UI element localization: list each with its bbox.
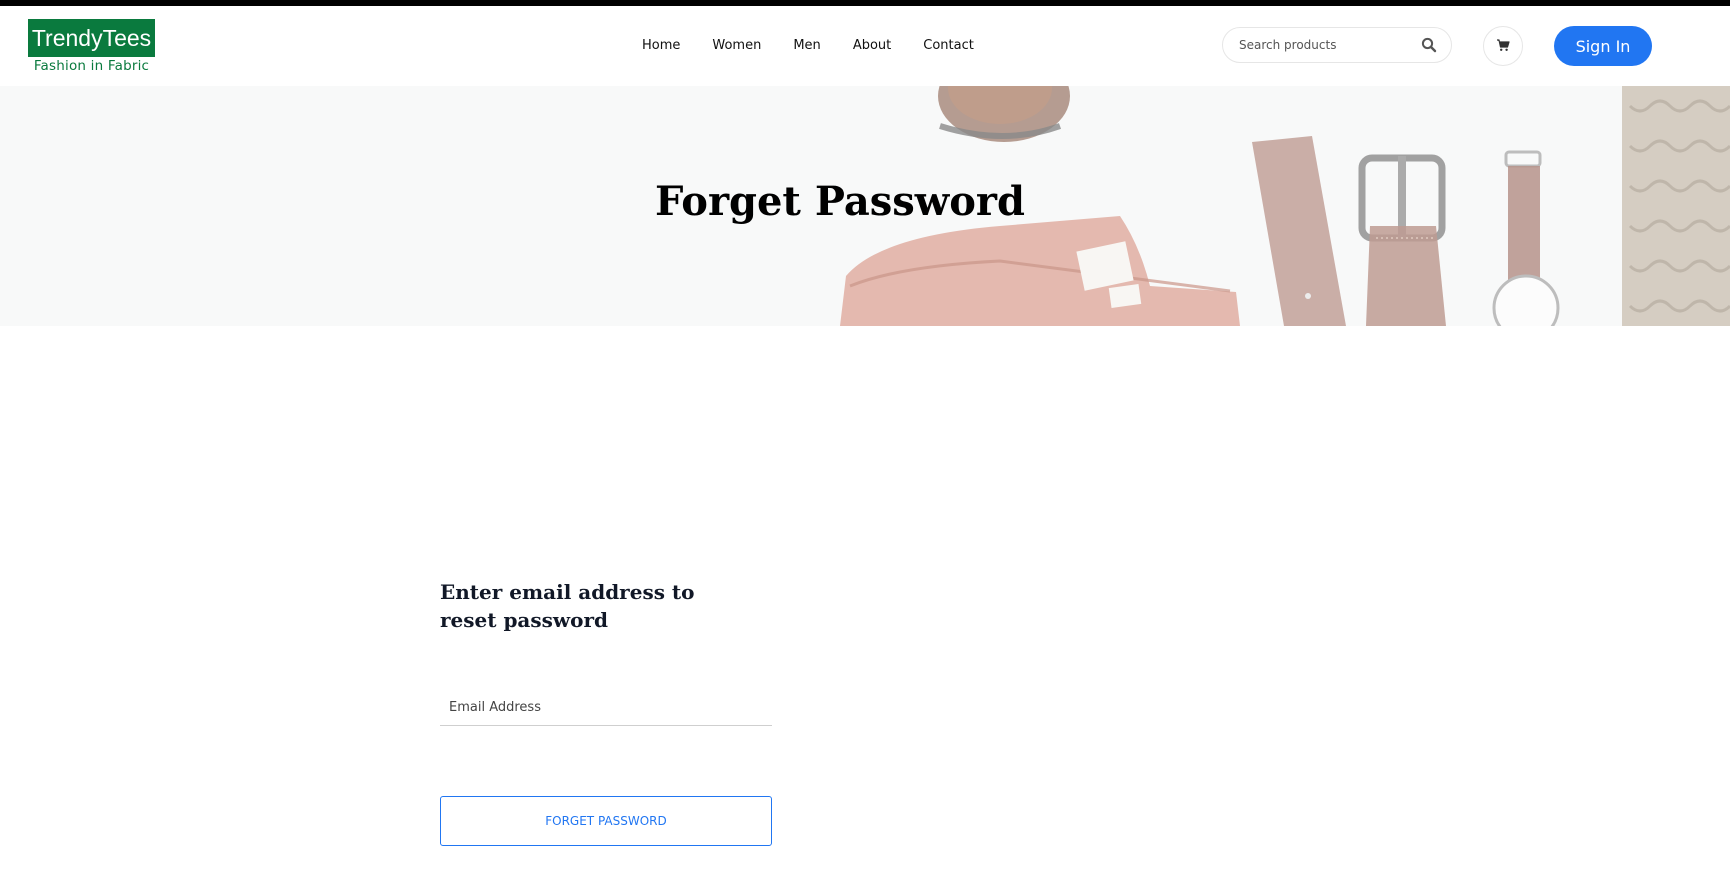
nav-about[interactable]: About (853, 38, 891, 53)
nav-men[interactable]: Men (793, 38, 820, 53)
site-header: TrendyTees Fashion in Fabric Home Women … (0, 6, 1730, 86)
cart-button[interactable] (1483, 26, 1523, 66)
search-icon[interactable] (1421, 37, 1437, 53)
cart-icon (1496, 37, 1510, 56)
brand-name: TrendyTees (28, 19, 155, 57)
hero-banner: Forget Password (0, 86, 1730, 326)
brand-tagline: Fashion in Fabric (33, 58, 150, 74)
forget-password-form: Enter email address to reset password FO… (440, 578, 772, 846)
search-bar (1222, 27, 1452, 63)
sign-in-button[interactable]: Sign In (1554, 26, 1652, 66)
nav-contact[interactable]: Contact (923, 38, 974, 53)
form-heading: Enter email address to reset password (440, 580, 695, 632)
email-field-wrapper (440, 696, 772, 726)
nav-home[interactable]: Home (642, 38, 680, 53)
search-input[interactable] (1239, 38, 1421, 52)
main-nav: Home Women Men About Contact (642, 38, 974, 53)
brand-logo[interactable]: TrendyTees Fashion in Fabric (28, 19, 155, 74)
nav-women[interactable]: Women (712, 38, 761, 53)
email-field[interactable] (449, 700, 772, 715)
forget-password-button[interactable]: FORGET PASSWORD (440, 796, 772, 846)
page-title: Forget Password (655, 178, 1025, 225)
